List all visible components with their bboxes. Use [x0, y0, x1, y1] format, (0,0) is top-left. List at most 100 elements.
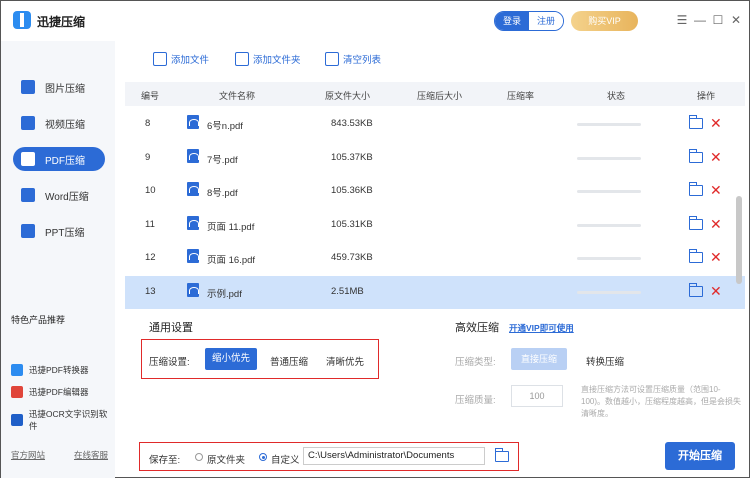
open-folder-icon[interactable] — [689, 115, 703, 129]
sidebar-item-ppt[interactable]: PPT压缩 — [13, 219, 105, 243]
pdf-file-icon — [187, 215, 199, 230]
delete-icon[interactable]: ✕ — [710, 114, 722, 132]
row-progress-bar — [577, 223, 641, 227]
advanced-title: 高效压缩 — [455, 322, 499, 334]
sidebar-item-image[interactable]: 图片压缩 — [13, 75, 105, 99]
row-id: 13 — [145, 285, 156, 297]
browse-folder-icon[interactable] — [495, 448, 509, 462]
sidebar-item-label: Word压缩 — [45, 191, 89, 203]
register-button[interactable]: 注册 — [529, 12, 563, 30]
table-row[interactable]: 9 7号.pdf 105.37KB ✕ — [125, 142, 745, 175]
radio-custom[interactable] — [259, 453, 267, 461]
table-row[interactable]: 10 8号.pdf 105.36KB ✕ — [125, 175, 745, 208]
row-file-name: 页面 11.pdf — [207, 221, 255, 233]
add-file-button[interactable]: 添加文件 — [153, 52, 209, 66]
row-file-size: 105.37KB — [331, 151, 373, 163]
save-path-input[interactable]: C:\Users\Administrator\Documents — [303, 447, 485, 465]
pdf-icon — [21, 152, 35, 166]
sidebar-item-label: PDF压缩 — [45, 155, 85, 167]
title-bar: 迅捷压缩 登录 注册 购买VIP ☰ — ☐ ✕ — [1, 1, 749, 41]
row-id: 9 — [145, 151, 151, 163]
open-vip-link[interactable]: 开通VIP即可使用 — [509, 322, 574, 334]
original-folder-label: 原文件夹 — [207, 455, 246, 466]
delete-icon[interactable]: ✕ — [710, 181, 722, 199]
pdf-file-icon — [187, 249, 199, 263]
table-scrollbar[interactable] — [736, 196, 742, 284]
row-id: 11 — [145, 218, 155, 230]
delete-icon[interactable]: ✕ — [710, 215, 722, 233]
open-folder-icon[interactable] — [689, 148, 703, 163]
direct-compress-option[interactable]: 直接压缩 — [511, 348, 567, 370]
option-smaller-first[interactable]: 缩小优先 — [205, 348, 257, 370]
product-pdf-editor[interactable]: 迅捷PDF编辑器 — [11, 386, 89, 398]
minimize-icon[interactable]: — — [693, 13, 707, 27]
auth-switch: 登录 注册 — [494, 11, 564, 31]
online-support-link[interactable]: 在线客服 — [74, 449, 108, 461]
delete-icon[interactable]: ✕ — [710, 248, 722, 266]
close-icon[interactable]: ✕ — [729, 13, 743, 27]
add-file-label: 添加文件 — [171, 55, 210, 66]
video-icon — [21, 116, 35, 130]
row-file-size: 843.53KB — [331, 118, 373, 129]
save-to-label: 保存至: — [149, 455, 181, 466]
radio-original-folder[interactable] — [195, 453, 203, 461]
clear-list-label: 清空列表 — [343, 55, 382, 66]
quality-input[interactable]: 100 — [511, 385, 563, 407]
ppt-icon — [21, 224, 35, 238]
row-file-size: 2.51MB — [331, 285, 364, 297]
table-header: 编号 文件名称 原文件大小 压缩后大小 压缩率 状态 操作 — [125, 82, 745, 106]
official-website-link[interactable]: 官方网站 — [11, 449, 45, 461]
add-folder-button[interactable]: 添加文件夹 — [235, 52, 301, 66]
ocr-icon — [11, 414, 23, 426]
product-ocr[interactable]: 迅捷OCR文字识别软件 — [11, 408, 115, 432]
sidebar-item-label: PPT压缩 — [45, 227, 85, 239]
open-folder-icon[interactable] — [689, 282, 703, 297]
featured-title: 特色产品推荐 — [11, 315, 66, 325]
menu-icon[interactable]: ☰ — [675, 13, 689, 27]
table-row[interactable]: 12 页面 16.pdf 459.73KB ✕ — [125, 242, 745, 275]
compression-type-label: 压缩类型: — [455, 357, 496, 368]
table-row[interactable]: 13 示例.pdf 2.51MB ✕ — [125, 275, 745, 309]
pdf-editor-icon — [11, 386, 23, 398]
sidebar-item-label: 图片压缩 — [45, 83, 85, 95]
delete-icon[interactable]: ✕ — [710, 282, 722, 300]
image-icon — [21, 80, 35, 94]
login-button[interactable]: 登录 — [495, 12, 529, 30]
sidebar-item-video[interactable]: 视频压缩 — [13, 111, 105, 135]
start-compress-button[interactable]: 开始压缩 — [665, 442, 735, 470]
row-file-name: 页面 16.pdf — [207, 255, 256, 266]
sidebar-item-label: 视频压缩 — [45, 119, 85, 131]
add-folder-icon — [235, 52, 249, 66]
pdf-file-icon — [187, 148, 199, 163]
sidebar-item-pdf[interactable]: PDF压缩 — [13, 147, 105, 171]
row-file-size: 459.73KB — [331, 252, 373, 263]
product-label: 迅捷OCR文字识别软件 — [28, 409, 108, 431]
option-clarity-first[interactable]: 清晰优先 — [319, 354, 371, 368]
product-label: 迅捷PDF转换器 — [29, 365, 89, 375]
option-normal[interactable]: 普通压缩 — [263, 354, 315, 368]
row-progress-bar — [577, 257, 641, 260]
general-settings-title: 通用设置 — [149, 322, 193, 334]
open-folder-icon[interactable] — [689, 182, 703, 196]
buy-vip-button[interactable]: 购买VIP — [571, 11, 638, 31]
maximize-icon[interactable]: ☐ — [711, 13, 725, 27]
table-row[interactable]: 8 6号n.pdf 843.53KB ✕ — [125, 108, 745, 141]
open-folder-icon[interactable] — [689, 249, 703, 263]
row-id: 8 — [145, 118, 151, 129]
clear-list-button[interactable]: 清空列表 — [325, 52, 381, 66]
row-file-name: 7号.pdf — [207, 154, 238, 166]
row-file-size: 105.36KB — [331, 185, 373, 196]
convert-compress-option[interactable]: 转换压缩 — [577, 354, 633, 368]
app-title: 迅捷压缩 — [37, 15, 86, 29]
row-file-name: 6号n.pdf — [207, 121, 243, 132]
col-status: 状态 — [607, 91, 626, 101]
delete-icon[interactable]: ✕ — [710, 148, 722, 166]
pdf-file-icon — [187, 282, 199, 297]
open-folder-icon[interactable] — [689, 215, 703, 230]
app-logo-icon — [13, 11, 31, 29]
sidebar-item-word[interactable]: Word压缩 — [13, 183, 105, 207]
table-row[interactable]: 11 页面 11.pdf 105.31KB ✕ — [125, 209, 745, 242]
row-progress-bar — [577, 123, 641, 126]
product-pdf-converter[interactable]: 迅捷PDF转换器 — [11, 364, 89, 376]
col-id: 编号 — [141, 91, 160, 101]
